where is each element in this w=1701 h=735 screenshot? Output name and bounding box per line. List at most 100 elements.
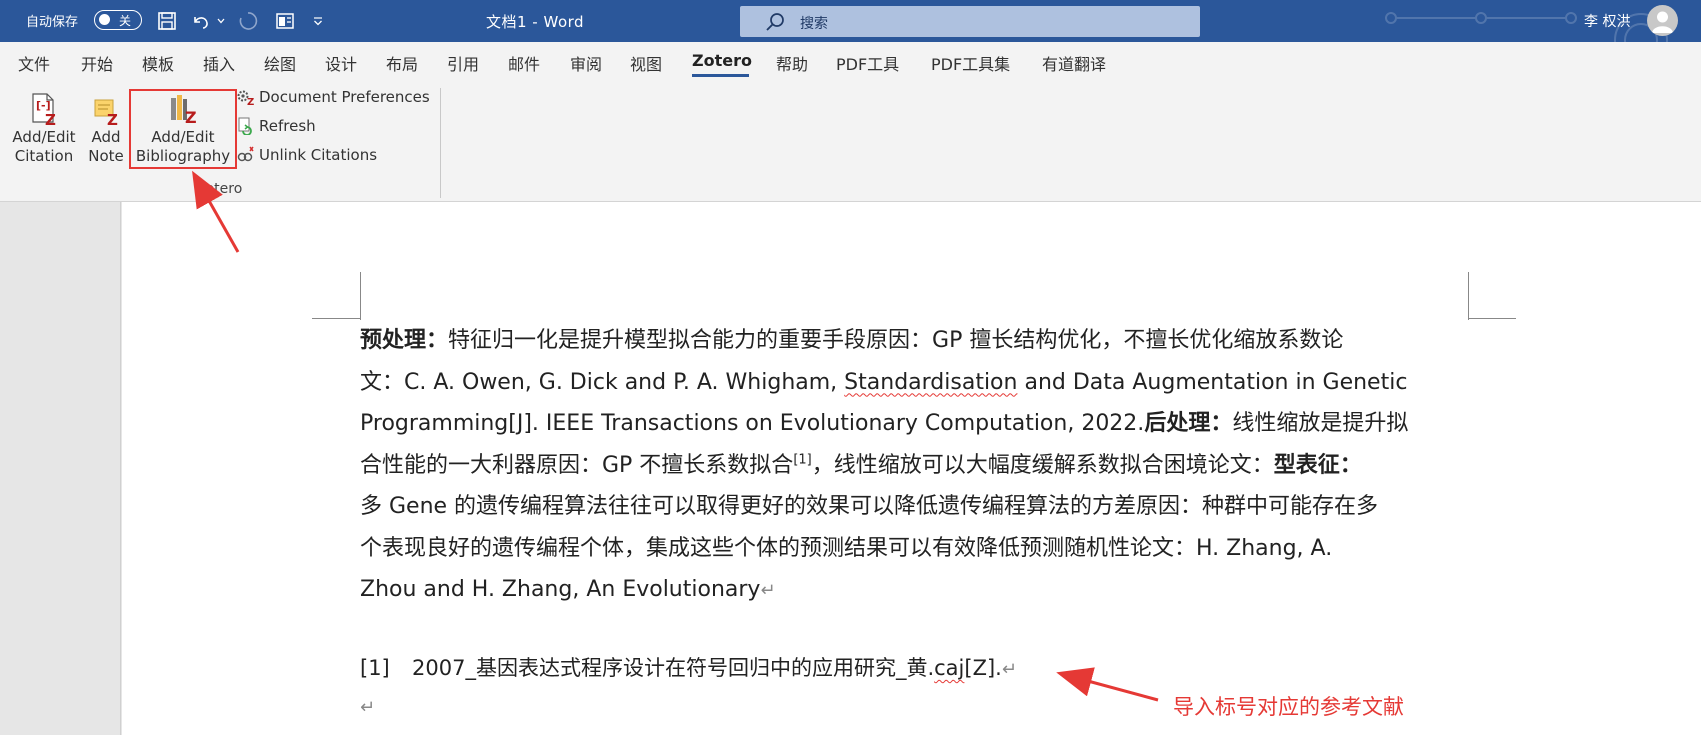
autosave-state: 关 (119, 14, 132, 28)
customize-qat-icon (314, 17, 322, 26)
unlink-icon (237, 146, 254, 162)
tab-mailings[interactable]: 邮件 (508, 51, 540, 75)
svg-text:Z: Z (45, 111, 56, 126)
add-edit-citation-label-1: Add/Edit (12, 128, 76, 146)
empty-paragraph-mark: ↵ (360, 697, 376, 718)
tab-design[interactable]: 设计 (325, 51, 357, 75)
avatar-icon (1652, 11, 1673, 33)
add-note-label-2: Note (88, 147, 124, 165)
document-preferences-button[interactable]: Z Document Preferences (236, 88, 430, 106)
margin-corner-top-right-h (1468, 318, 1516, 319)
undo-dropdown[interactable] (215, 10, 227, 32)
margin-corner-top-right-v (1468, 272, 1469, 320)
bibliography-text-end: [Z]. (964, 656, 1002, 680)
tab-pdf-toolset[interactable]: PDF工具集 (931, 51, 1010, 75)
paragraph-mark: ↵ (760, 580, 776, 601)
annotation-text: 导入标号对应的参考文献 (1173, 695, 1404, 719)
tab-review[interactable]: 审阅 (570, 51, 602, 75)
zotero-ribbon: [-] Z Add/Edit Citation Z Add Note Z Add… (0, 80, 1701, 202)
add-note-label-1: Add (91, 128, 121, 146)
save-button[interactable] (155, 10, 179, 32)
redo-button[interactable] (236, 10, 260, 32)
text-run: 多 Gene 的遗传编程算法往往可以取得更好的效果可以降低遗传编程算法的方差原因… (360, 494, 1379, 519)
undo-icon (194, 17, 208, 29)
active-tab-indicator (692, 74, 749, 77)
text-line: Zhou and H. Zhang, An Evolutionary↵ (360, 569, 1470, 612)
title-bar-decoration (1385, 12, 1668, 42)
ribbon-group-separator (440, 88, 441, 198)
ribbon-group-label: Zotero (196, 181, 243, 197)
bibliography-text-misspelled: caj (934, 656, 965, 680)
bold-heading: 预处理： (360, 328, 449, 353)
search-icon (766, 13, 784, 31)
bibliography-entry[interactable]: [1] 2007_基因表达式程序设计在符号回归中的应用研究_黄.caj[Z].↵ (360, 652, 1017, 682)
tab-draw[interactable]: 绘图 (264, 51, 296, 75)
tab-pdf-tools[interactable]: PDF工具 (836, 51, 899, 75)
refresh-button[interactable]: Refresh (236, 117, 316, 135)
bold-heading: 后处理： (1144, 411, 1233, 436)
tab-help[interactable]: 帮助 (776, 51, 808, 75)
document-body-text[interactable]: 预处理：特征归一化是提升模型拟合能力的重要手段原因：GP 擅长结构优化，不擅长优… (360, 320, 1470, 612)
text-run: 合性能的一大利器原因：GP 不擅长系数拟合 (360, 452, 794, 478)
text-line: 个表现良好的遗传编程个体，集成这些个体的预测结果可以有效降低预测随机性论文：H.… (360, 528, 1470, 570)
tab-templates[interactable]: 模板 (142, 51, 174, 75)
text-line: 多 Gene 的遗传编程算法往往可以取得更好的效果可以降低遗传编程算法的方差原因… (360, 486, 1470, 528)
tab-view[interactable]: 视图 (630, 51, 662, 75)
text-run: and Data Augmentation in Genetic (1017, 369, 1408, 395)
tab-layout[interactable]: 布局 (386, 51, 418, 75)
add-edit-citation-button[interactable]: [-] Z Add/Edit Citation (8, 92, 80, 166)
text-line: 合性能的一大利器原因：GP 不擅长系数拟合[1]，线性缩放可以大幅度缓解系数拟合… (360, 445, 1470, 487)
bibliography-text: 2007_基因表达式程序设计在符号回归中的应用研究_黄. (412, 656, 935, 680)
svg-text:Z: Z (107, 111, 118, 126)
paragraph-mark: ↵ (1001, 659, 1017, 680)
tab-youdao-translate[interactable]: 有道翻译 (1042, 51, 1106, 75)
text-run: ，线性缩放可以大幅度缓解系数拟合困境论文： (811, 452, 1274, 478)
search-box[interactable]: 搜索 (740, 6, 1200, 37)
undo-button[interactable] (189, 10, 213, 32)
document-preferences-label: Document Preferences (259, 88, 430, 106)
autosave-toggle[interactable]: 关 (94, 10, 142, 30)
text-run: 个表现良好的遗传编程个体，集成这些个体的预测结果可以有效降低预测随机性论文：H.… (360, 535, 1333, 561)
ribbon-tabs: 文件 开始 模板 插入 绘图 设计 布局 引用 邮件 审阅 视图 Zotero … (0, 42, 1701, 80)
text-run: 特征归一化是提升模型拟合能力的重要手段原因：GP 擅长结构优化，不擅长优化缩放系… (448, 328, 1344, 353)
customize-qat-button[interactable] (310, 10, 326, 32)
margin-corner-top-left-h (312, 318, 360, 319)
text-line: 文：C. A. Owen, G. Dick and P. A. Whigham,… (360, 362, 1470, 404)
tab-insert[interactable]: 插入 (203, 51, 235, 75)
bibliography-number: [1] (360, 656, 390, 680)
title-bar: 自动保存 关 文档1 - Word 搜索 李 权洪 (0, 0, 1701, 42)
layout-icon (276, 13, 294, 29)
tab-file[interactable]: 文件 (18, 51, 50, 75)
text-line: 预处理：特征归一化是提升模型拟合能力的重要手段原因：GP 擅长结构优化，不擅长优… (360, 320, 1470, 362)
text-line: Programming[J]. IEEE Transactions on Evo… (360, 403, 1470, 445)
tab-home[interactable]: 开始 (81, 51, 113, 75)
autosave-label: 自动保存 (26, 15, 79, 30)
document-title: 文档1 - Word (486, 13, 585, 31)
chevron-down-icon (217, 18, 225, 24)
add-edit-citation-label-2: Citation (14, 147, 74, 165)
gear-icon: Z (237, 90, 254, 106)
user-name[interactable]: 李 权洪 (1584, 11, 1630, 31)
misspelled-word: Standardisation (844, 369, 1018, 395)
text-run: Zhou and H. Zhang, An Evolutionary (360, 577, 761, 602)
svg-text:Z: Z (247, 97, 254, 106)
avatar[interactable] (1647, 5, 1678, 36)
unlink-citations-label: Unlink Citations (259, 146, 378, 164)
layout-button[interactable] (273, 10, 297, 32)
search-placeholder: 搜索 (800, 16, 828, 32)
bold-heading: 型表征： (1273, 452, 1362, 478)
add-note-button[interactable]: Z Add Note (83, 92, 129, 166)
refresh-label: Refresh (259, 117, 316, 135)
note-icon: Z (94, 99, 118, 126)
text-run: 线性缩放是提升拟 (1232, 411, 1409, 436)
tab-references[interactable]: 引用 (447, 51, 479, 75)
highlight-box (129, 89, 237, 169)
citation-marker: [1] (793, 452, 812, 468)
unlink-citations-button[interactable]: Unlink Citations (236, 146, 377, 164)
redo-icon (239, 12, 258, 30)
text-run: 文：C. A. Owen, G. Dick and P. A. Whigham, (360, 369, 845, 395)
refresh-icon (238, 117, 252, 135)
margin-corner-top-left-v (360, 272, 361, 320)
tab-zotero[interactable]: Zotero (692, 51, 752, 70)
toggle-knob (99, 14, 110, 25)
